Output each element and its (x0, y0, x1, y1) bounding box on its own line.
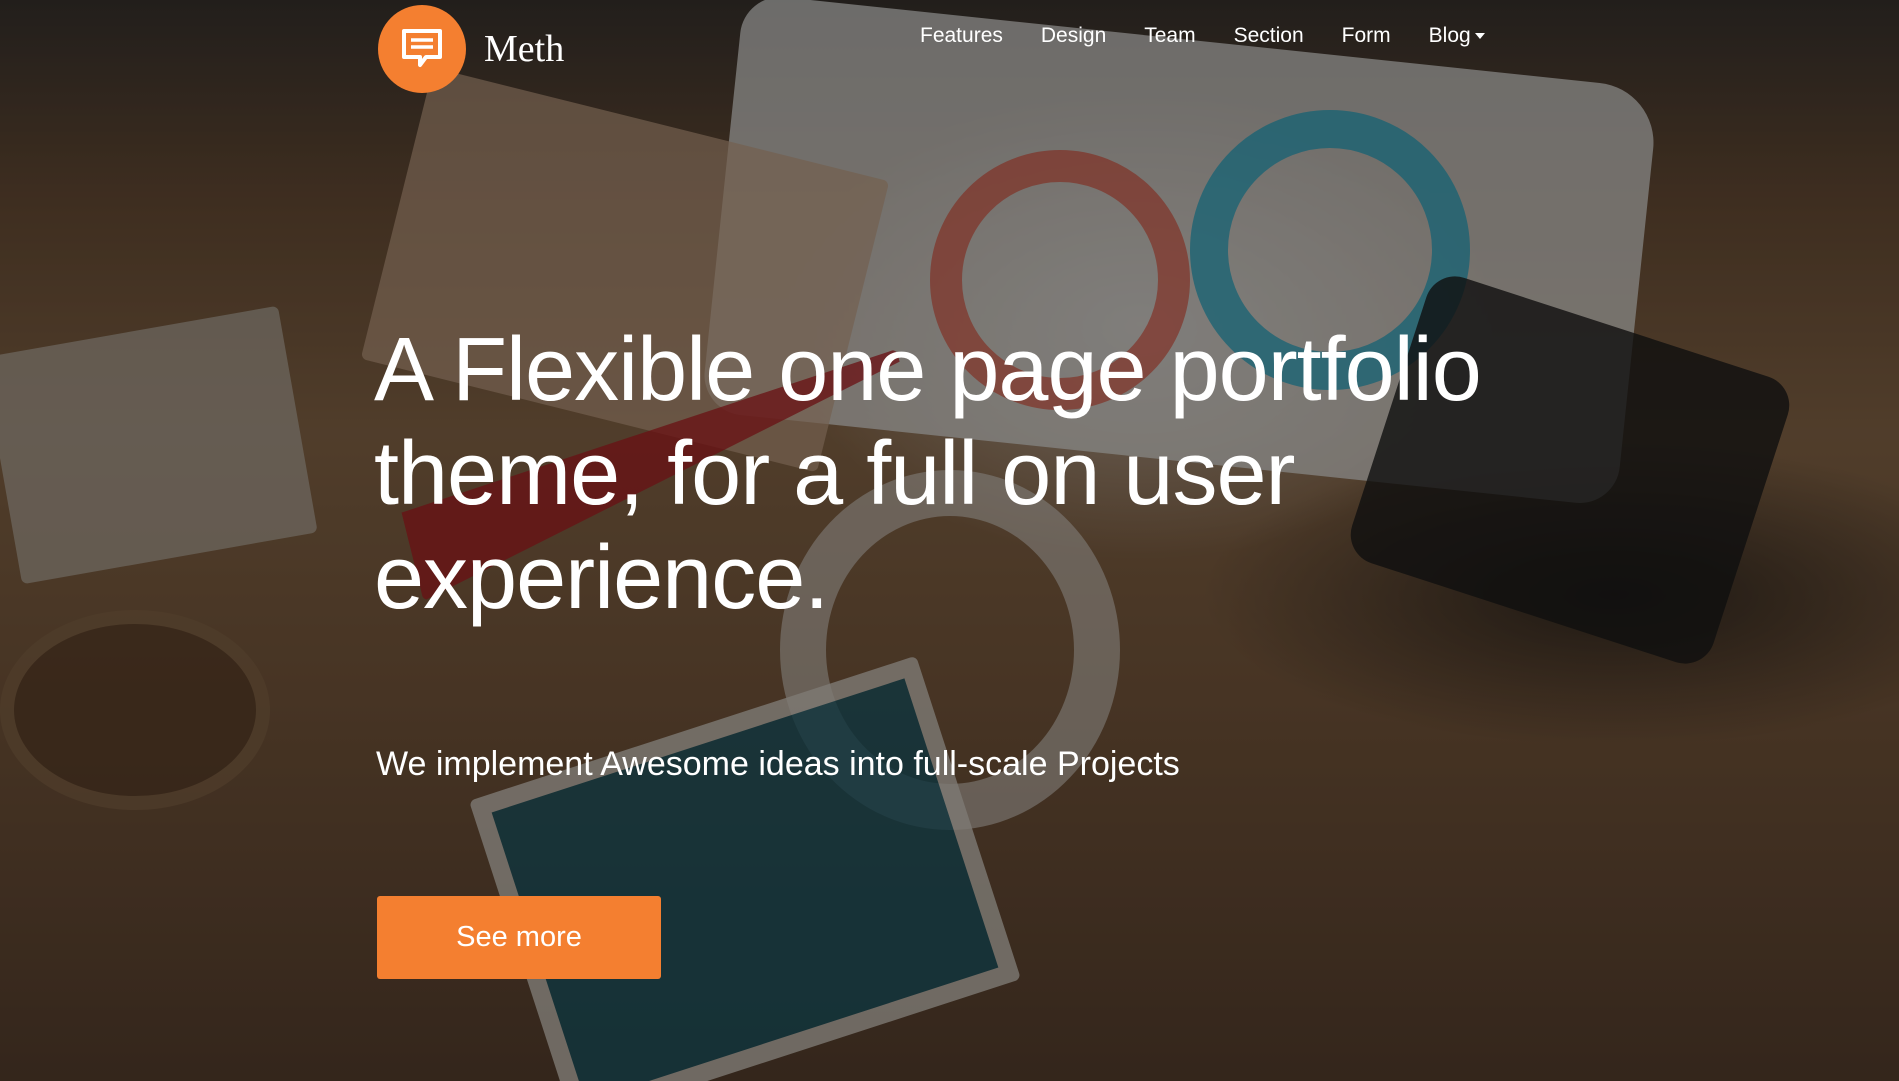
nav-item-blog[interactable]: Blog (1429, 24, 1485, 48)
chat-bubble-icon (378, 5, 466, 93)
nav-menu: Features Design Team Section Form Blog (920, 24, 1485, 48)
hero-headline: A Flexible one page portfolio theme, for… (374, 320, 1482, 628)
see-more-button[interactable]: See more (377, 896, 661, 979)
nav-item-features[interactable]: Features (920, 24, 1003, 48)
nav-item-section[interactable]: Section (1234, 24, 1304, 48)
nav-item-form[interactable]: Form (1342, 24, 1391, 48)
navbar: Meth Features Design Team Section Form B… (0, 0, 1899, 100)
brand-name: Meth (484, 28, 565, 70)
hero-section: Meth Features Design Team Section Form B… (0, 0, 1899, 1081)
nav-item-design[interactable]: Design (1041, 24, 1106, 48)
logo[interactable]: Meth (378, 5, 564, 93)
caret-down-icon (1474, 33, 1485, 39)
hero-subheadline: We implement Awesome ideas into full-sca… (376, 745, 1180, 783)
nav-item-team[interactable]: Team (1144, 24, 1195, 48)
nav-item-blog-label: Blog (1428, 24, 1471, 47)
